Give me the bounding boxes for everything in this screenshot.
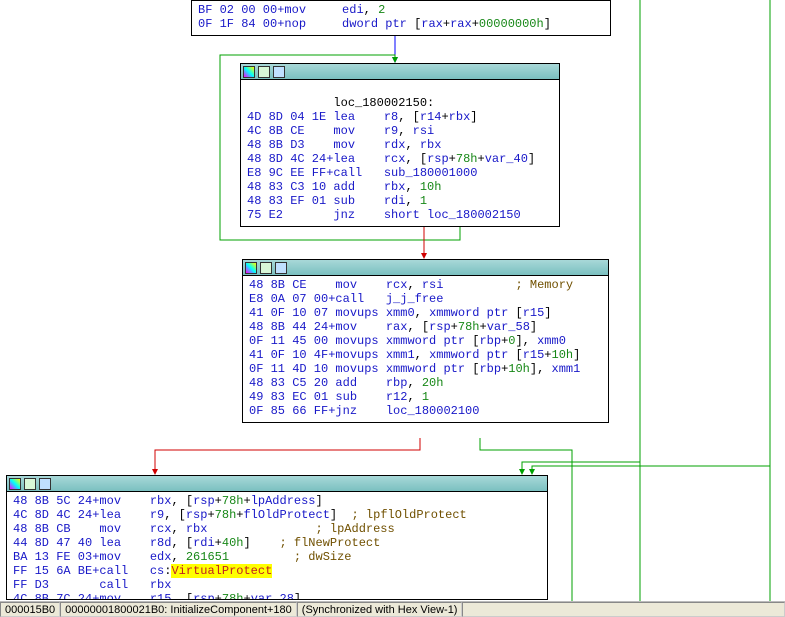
flag-icon[interactable] bbox=[275, 262, 287, 274]
block-top[interactable]: BF 02 00 00+mov edi, 2 0F 1F 84 00+nop d… bbox=[191, 0, 611, 36]
graph-view[interactable]: BF 02 00 00+mov edi, 2 0F 1F 84 00+nop d… bbox=[0, 0, 785, 617]
code-virtualprotect: 48 8B 5C 24+mov rbx, [rsp+78h+lpAddress]… bbox=[7, 492, 547, 600]
code-top: BF 02 00 00+mov edi, 2 0F 1F 84 00+nop d… bbox=[192, 1, 610, 35]
status-bar: 000015B0 00000001800021B0: InitializeCom… bbox=[0, 601, 785, 617]
edit-icon[interactable] bbox=[260, 262, 272, 274]
flag-icon[interactable] bbox=[39, 478, 51, 490]
code-free: 48 8B CE mov rcx, rsi ; Memory E8 0A 07 … bbox=[243, 276, 608, 422]
status-addr-full: 00000001800021B0: InitializeComponent+18… bbox=[60, 602, 297, 617]
block-titlebar bbox=[243, 260, 608, 276]
status-sync: (Synchronized with Hex View-1) bbox=[297, 602, 463, 617]
color-icon[interactable] bbox=[9, 478, 21, 490]
block-loop[interactable]: loc_180002150: 4D 8D 04 1E lea r8, [r14+… bbox=[240, 63, 560, 227]
status-spacer bbox=[462, 602, 785, 617]
status-addr-rel: 000015B0 bbox=[0, 602, 60, 617]
color-icon[interactable] bbox=[243, 66, 255, 78]
block-virtualprotect[interactable]: 48 8B 5C 24+mov rbx, [rsp+78h+lpAddress]… bbox=[6, 475, 548, 600]
flag-icon[interactable] bbox=[273, 66, 285, 78]
edit-icon[interactable] bbox=[258, 66, 270, 78]
edit-icon[interactable] bbox=[24, 478, 36, 490]
block-titlebar bbox=[7, 476, 547, 492]
block-titlebar bbox=[241, 64, 559, 80]
color-icon[interactable] bbox=[245, 262, 257, 274]
code-loop: loc_180002150: 4D 8D 04 1E lea r8, [r14+… bbox=[241, 80, 559, 226]
block-free[interactable]: 48 8B CE mov rcx, rsi ; Memory E8 0A 07 … bbox=[242, 259, 609, 423]
